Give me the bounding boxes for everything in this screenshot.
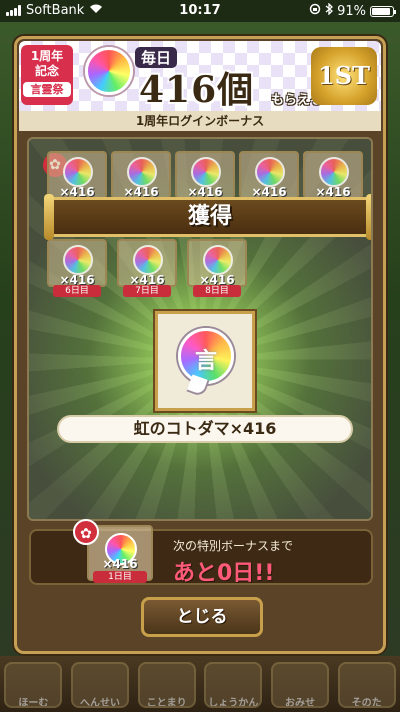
special-bonus-remaining: あと0日!! — [173, 561, 275, 586]
bluetooth-icon — [325, 2, 334, 19]
battery-icon — [370, 5, 396, 17]
special-bonus-title: 次の特別ボーナスまで — [173, 539, 294, 553]
kotodama-icon — [191, 157, 221, 187]
dialog-subtitle: 1周年ログインボーナス — [19, 111, 381, 131]
reward-label: 虹のコトダマ×416 — [57, 415, 353, 443]
calendar-cell: ×416 — [239, 151, 299, 199]
calendar-cell: ×416 — [111, 151, 171, 199]
paw-icon: ✿ — [73, 519, 99, 545]
badge-commemorate: 記念 — [34, 64, 59, 78]
calendar-row-2: ×416 6日目 ×416 7日目 ×416 8日目 — [47, 239, 247, 297]
nav-kotomari[interactable]: ことまり — [137, 662, 196, 708]
badge-year: 1周年 — [30, 49, 64, 63]
calendar-row-1: ×416 ×416 ×416 ×416 ×416 — [47, 151, 363, 199]
status-bar: SoftBank 10:17 91% — [0, 0, 400, 22]
banner-count: 416個 — [139, 69, 255, 111]
rotation-lock-icon — [309, 3, 321, 19]
kotodama-icon — [127, 157, 157, 187]
kotodama-icon — [319, 157, 349, 187]
first-anniversary-emblem: 1ST — [311, 47, 377, 105]
rainbow-kotodama-icon: 言 — [178, 328, 234, 384]
kotodama-icon — [133, 245, 163, 275]
reward-panel: ✿ ×416 ×416 ×416 ×416 ×416 ×4166日目 ×4167… — [27, 137, 373, 521]
day-tag: 7日目 — [123, 285, 171, 297]
day-tag: 8日目 — [193, 285, 241, 297]
calendar-cell: ×416 8日目 — [187, 239, 247, 297]
kotodama-icon — [255, 157, 285, 187]
acquired-scroll: 獲得 — [44, 194, 371, 240]
nav-summon[interactable]: しょうかん — [204, 662, 263, 708]
calendar-cell: ×416 — [175, 151, 235, 199]
close-button[interactable]: とじる — [141, 597, 263, 637]
login-bonus-dialog: 1周年 記念 言霊祭 毎日 416個 もらえる! 1ST 1周年ログインボーナス… — [14, 36, 386, 654]
nav-other[interactable]: そのた — [337, 662, 396, 708]
special-bonus-bar: ×416 1日目 ✿ 次の特別ボーナスまで あと0日!! — [29, 519, 373, 586]
badge-festival: 言霊祭 — [23, 82, 71, 97]
kotodama-icon — [63, 157, 93, 187]
anniversary-badge: 1周年 記念 言霊祭 — [21, 45, 73, 105]
bottom-nav: ほーむ へんせい ことまり しょうかん おみせ そのた — [0, 656, 400, 712]
kotodama-icon — [63, 245, 93, 275]
nav-home[interactable]: ほーむ — [4, 662, 63, 708]
calendar-cell: ×416 — [303, 151, 363, 199]
calendar-cell: ×416 6日目 — [47, 239, 107, 297]
nav-formation[interactable]: へんせい — [70, 662, 129, 708]
battery-percent: 91% — [337, 3, 366, 19]
day-tag: 6日目 — [53, 285, 101, 297]
special-item-count: ×416 — [102, 557, 138, 571]
special-item-day: 1日目 — [93, 571, 147, 583]
calendar-cell: ×416 7日目 — [117, 239, 177, 297]
reward-item-box: 言 — [155, 311, 255, 411]
anniversary-banner: 1周年 記念 言霊祭 毎日 416個 もらえる! 1ST — [19, 41, 381, 111]
calendar-cell: ×416 — [47, 151, 107, 199]
rainbow-kotodama-icon — [85, 47, 133, 95]
kotodama-icon — [203, 245, 233, 275]
nav-shop[interactable]: おみせ — [270, 662, 329, 708]
kotodama-glyph: 言 — [194, 349, 217, 374]
status-right-group: 91% — [309, 2, 396, 19]
